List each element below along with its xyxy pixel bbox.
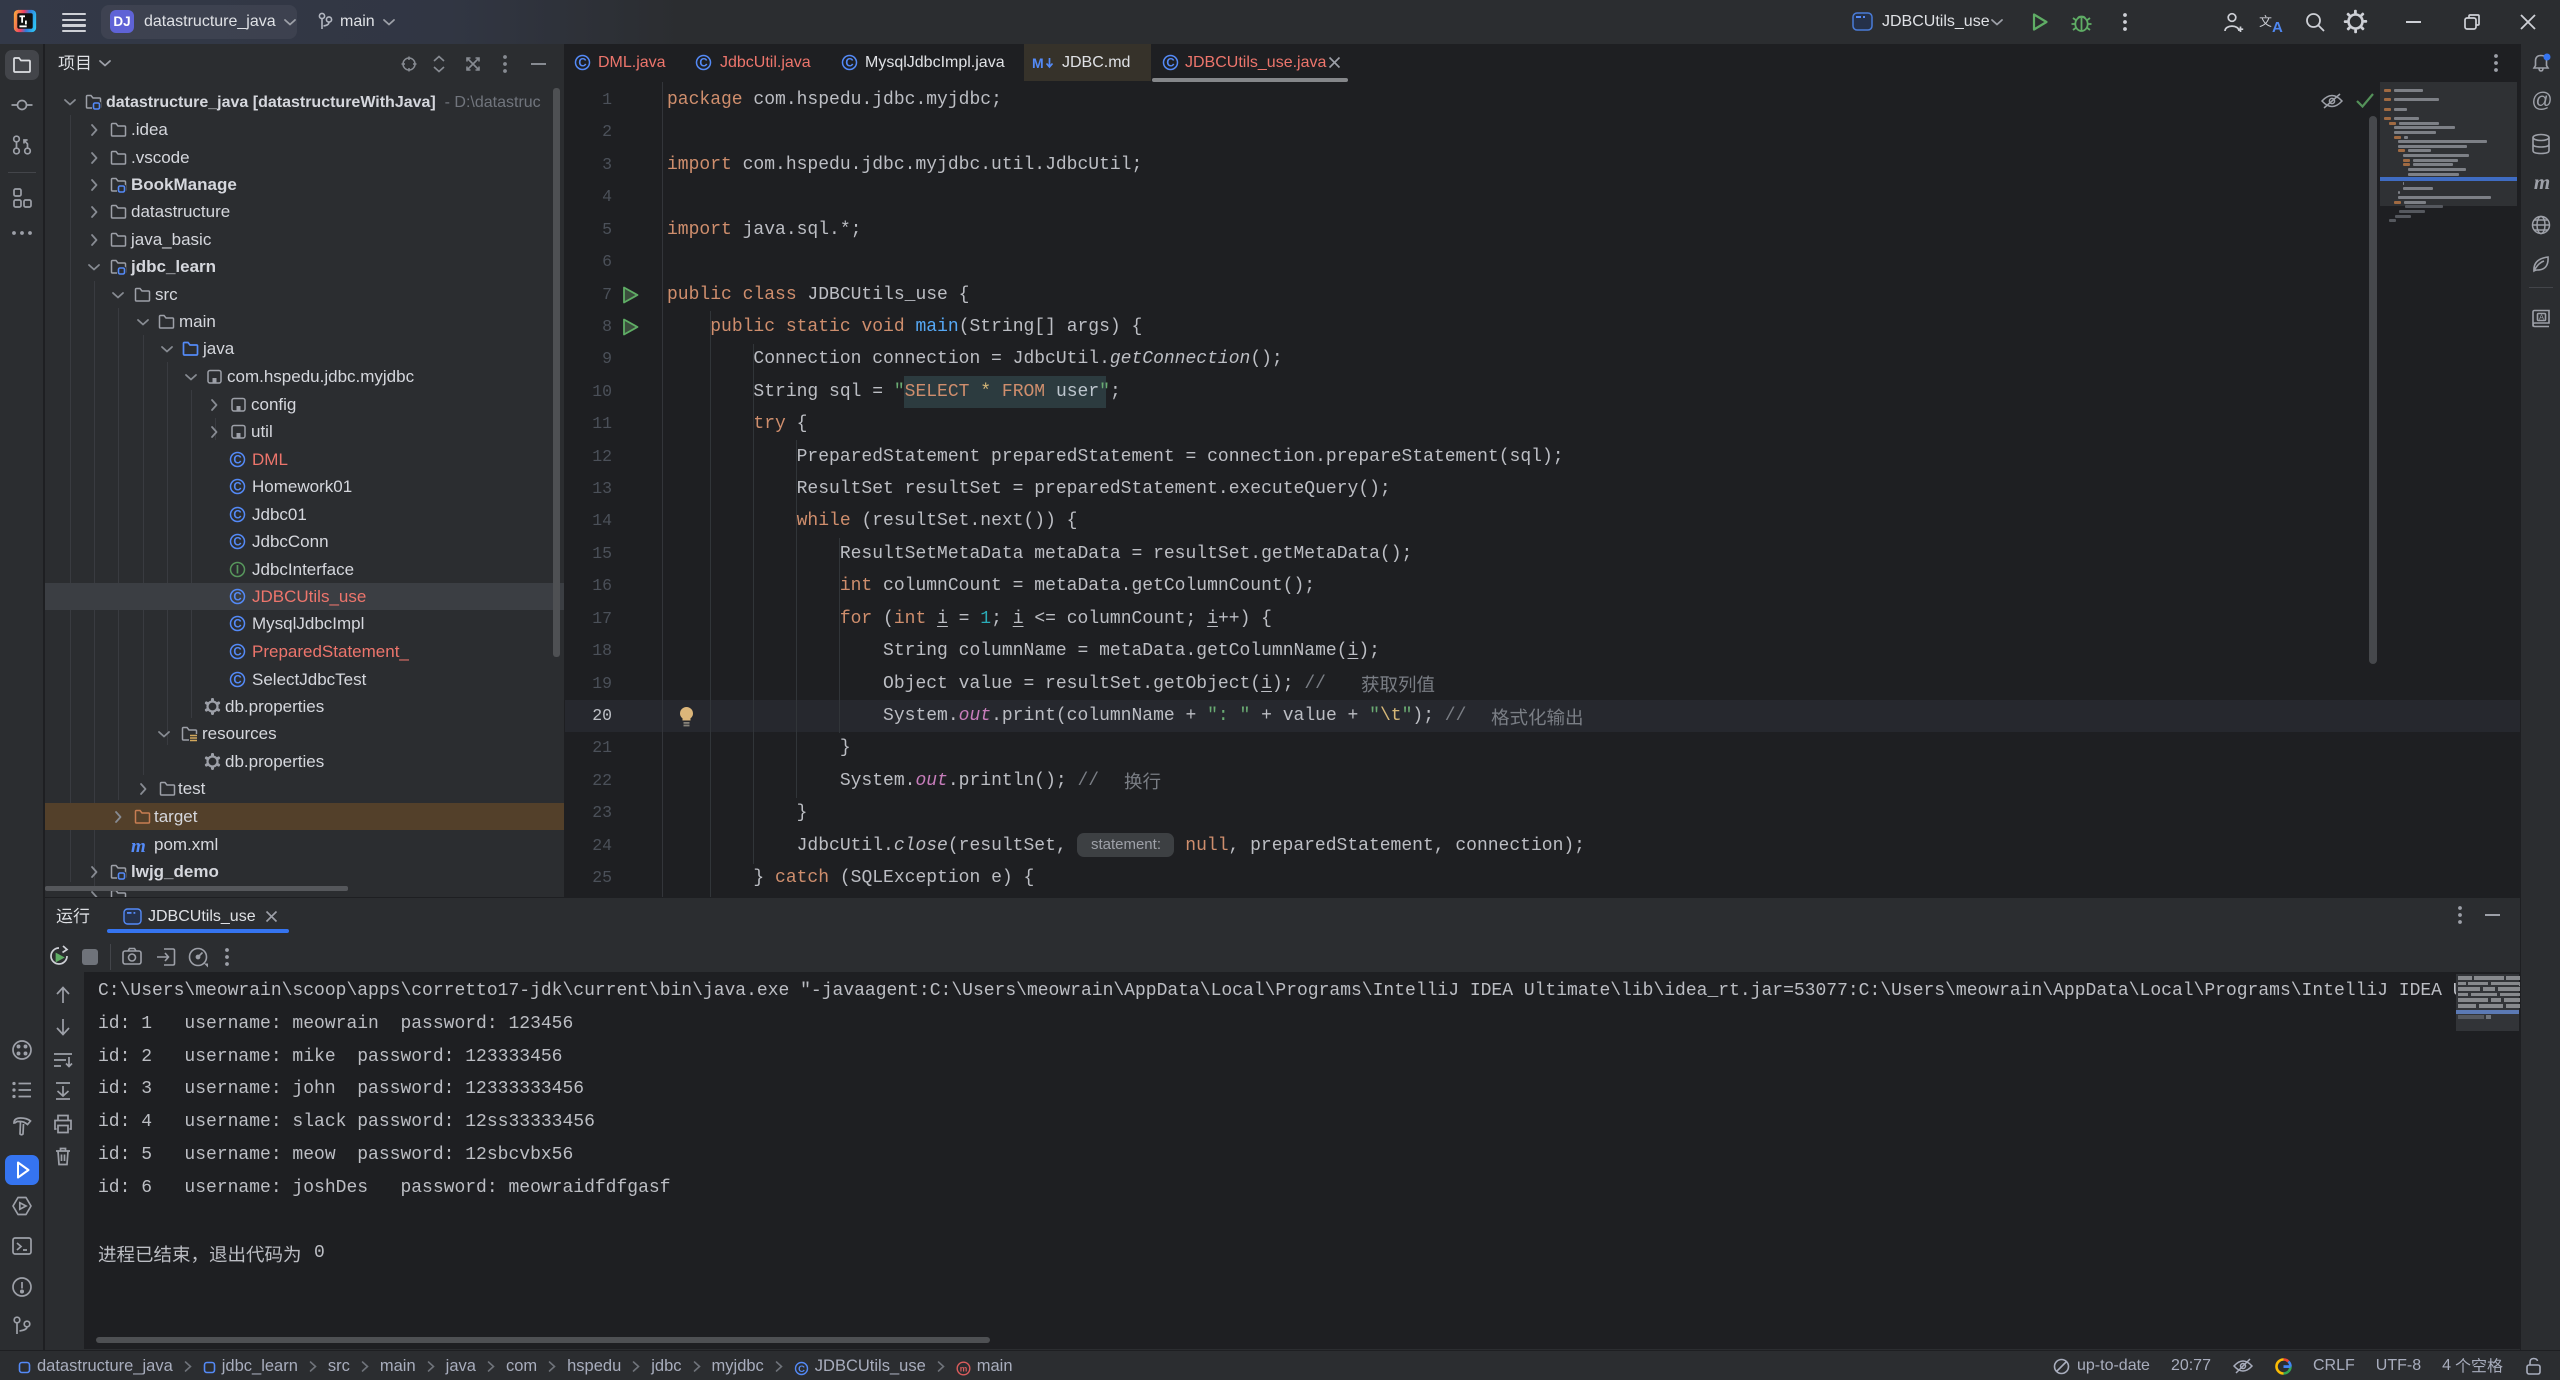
svg-text:C: C <box>233 481 241 493</box>
svg-text:A: A <box>2272 19 2283 36</box>
svg-text:C: C <box>233 454 241 466</box>
svg-text:C: C <box>699 58 707 70</box>
svg-text:C: C <box>233 646 241 658</box>
svg-text:C: C <box>798 1364 805 1375</box>
svg-text:C: C <box>1166 58 1174 70</box>
svg-text:C: C <box>233 674 241 686</box>
svg-text:m: m <box>959 1363 967 1373</box>
svg-text:C: C <box>233 591 241 603</box>
svg-text:C: C <box>233 509 241 521</box>
svg-text:C: C <box>233 536 241 548</box>
svg-text:C: C <box>845 58 853 70</box>
svg-text:I: I <box>236 564 239 576</box>
svg-text:M: M <box>1032 55 1044 71</box>
svg-text:C: C <box>578 58 586 70</box>
svg-text:C: C <box>233 618 241 630</box>
svg-text:A: A <box>2539 313 2544 322</box>
